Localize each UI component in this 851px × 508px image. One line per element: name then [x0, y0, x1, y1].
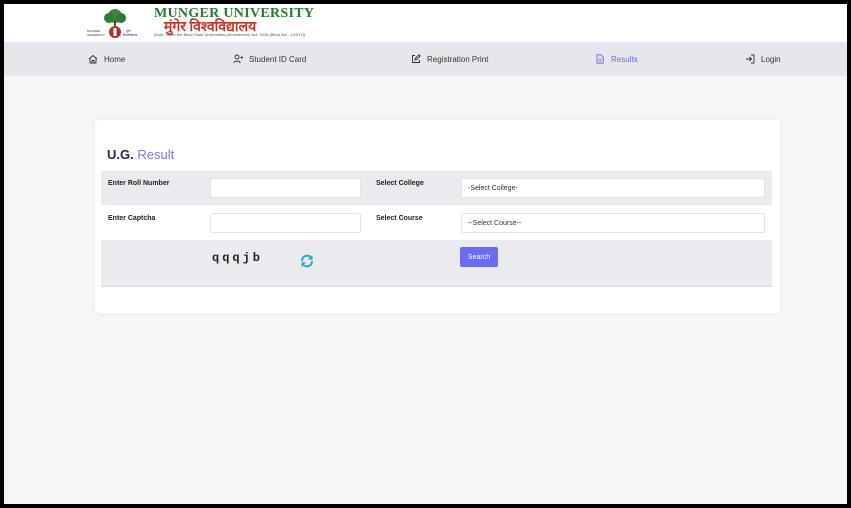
- title-rest: Result: [137, 147, 175, 162]
- captcha-image-text: qqqjb: [212, 251, 264, 265]
- home-icon: [88, 54, 98, 64]
- captcha-input[interactable]: [210, 213, 361, 233]
- title-bold: U.G.: [107, 147, 134, 162]
- svg-text:UNIVERSITY: UNIVERSITY: [87, 33, 105, 37]
- refresh-captcha-icon[interactable]: [299, 253, 315, 269]
- login-icon: [746, 54, 755, 64]
- nav-registration-print[interactable]: Registration Print: [411, 42, 488, 76]
- logo-subtitle: (Estd. under the Bihar State Universitie…: [154, 32, 306, 37]
- nav-results[interactable]: Results: [595, 42, 638, 76]
- select-course-label: Select Course: [376, 215, 423, 222]
- nav-student-id-card-label: Student ID Card: [249, 54, 307, 64]
- nav-login[interactable]: Login: [745, 42, 781, 76]
- nav-login-label: Login: [761, 54, 781, 64]
- document-icon: [596, 54, 604, 64]
- course-select[interactable]: --Select Course--: [461, 213, 765, 233]
- college-select-value: -Select College-: [468, 184, 518, 192]
- roll-number-label: Enter Roll Number: [108, 180, 170, 187]
- nav-home[interactable]: Home: [88, 42, 125, 76]
- nav-registration-print-label: Registration Print: [427, 54, 489, 64]
- user-plus-icon: [233, 54, 243, 64]
- nav-results-label: Results: [611, 54, 638, 64]
- university-logo[interactable]: MUNGER UNIVERSITY मुंगेर विश्वविद्यालय M…: [86, 6, 326, 40]
- edit-icon: [412, 54, 421, 63]
- college-select[interactable]: -Select College-: [461, 178, 765, 198]
- search-button[interactable]: Search: [460, 247, 498, 267]
- form-row-captcha-search: qqqjb Search: [101, 240, 772, 287]
- nav-home-label: Home: [104, 54, 126, 64]
- form-row-captcha-course: Enter Captcha Select Course --Select Cou…: [101, 206, 772, 240]
- svg-text:विश्वविद्यालय: विश्वविद्यालय: [123, 33, 138, 37]
- captcha-label: Enter Captcha: [108, 215, 156, 222]
- result-search-card: U.G. Result Enter Roll Number Select Col…: [95, 120, 780, 313]
- page-title: U.G. Result: [107, 147, 174, 162]
- form-row-roll-college: Enter Roll Number Select College -Select…: [101, 171, 772, 205]
- university-emblem-icon: MUNGER UNIVERSITY मुंगेर विश्वविद्यालय: [87, 9, 138, 38]
- course-select-value: --Select Course--: [468, 219, 522, 227]
- main-navbar: Home Student ID Card Registration Print …: [4, 42, 847, 76]
- page: MUNGER UNIVERSITY मुंगेर विश्वविद्यालय M…: [4, 4, 847, 504]
- nav-student-id-card[interactable]: Student ID Card: [233, 42, 306, 76]
- roll-number-input[interactable]: [210, 178, 361, 198]
- top-header: MUNGER UNIVERSITY मुंगेर विश्वविद्यालय M…: [4, 4, 847, 42]
- select-college-label: Select College: [376, 180, 424, 187]
